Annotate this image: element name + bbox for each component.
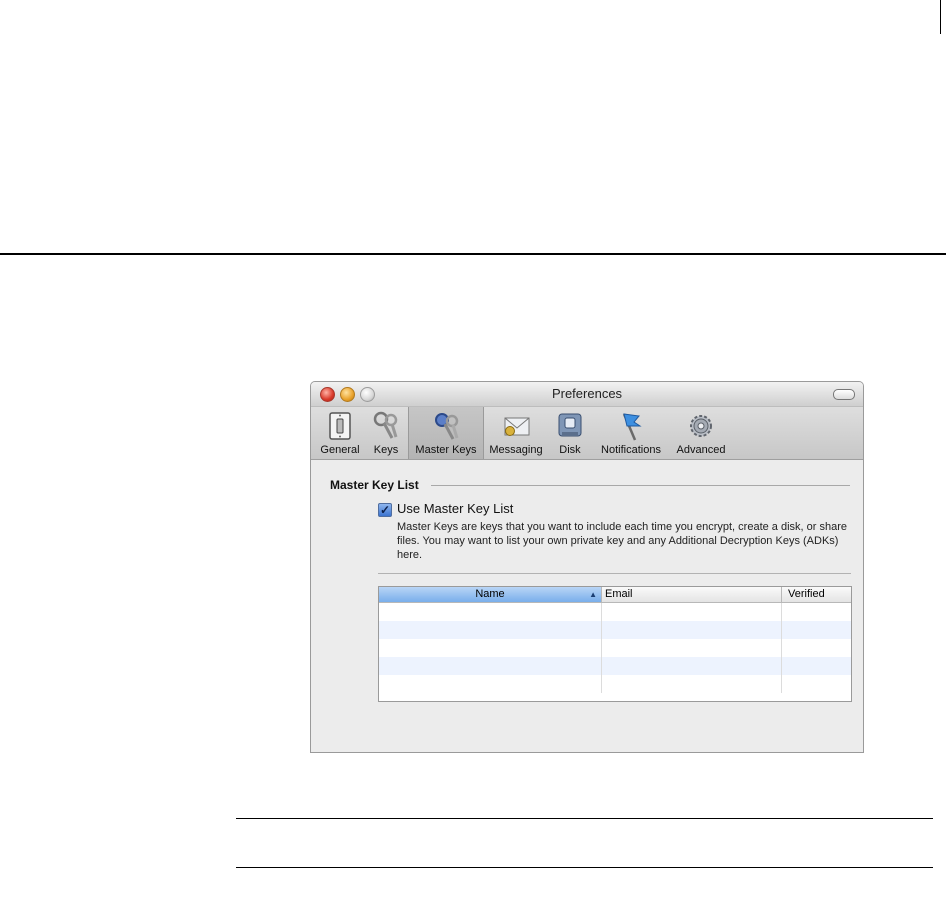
use-master-key-list-checkbox[interactable]: ✓ bbox=[378, 503, 392, 517]
column-name-label: Name bbox=[475, 588, 505, 600]
keys-icon bbox=[373, 411, 398, 439]
tab-notifications[interactable]: Notifications bbox=[593, 407, 669, 459]
table-row[interactable] bbox=[379, 675, 851, 693]
table-row[interactable] bbox=[379, 657, 851, 675]
tab-keys-label: Keys bbox=[373, 444, 399, 456]
tab-disk-label: Disk bbox=[559, 444, 581, 456]
callout-bottom-rule bbox=[236, 867, 933, 868]
envelope-icon bbox=[504, 417, 530, 436]
table-row[interactable] bbox=[379, 621, 851, 639]
description-text: Master Keys are keys that you want to in… bbox=[397, 521, 847, 561]
section-divider bbox=[431, 485, 850, 486]
section-title: Master Key List bbox=[330, 478, 419, 492]
tab-disk[interactable]: Disk bbox=[550, 407, 590, 459]
tab-advanced-label: Advanced bbox=[676, 444, 726, 456]
flag-icon bbox=[622, 413, 642, 441]
tab-general-label: General bbox=[320, 444, 360, 456]
tab-messaging[interactable]: Messaging bbox=[485, 407, 547, 459]
master-keys-table[interactable]: Name ▲ Email Verified bbox=[378, 586, 852, 702]
page-margin-rule bbox=[940, 0, 941, 34]
master-keys-icon bbox=[435, 413, 459, 440]
preferences-toolbar: General Keys Master Keys Messaging Disk … bbox=[311, 407, 863, 460]
tab-keys[interactable]: Keys bbox=[367, 407, 405, 459]
title-bar: Preferences bbox=[311, 382, 863, 407]
column-header-email[interactable]: Email bbox=[602, 587, 782, 602]
window-title: Preferences bbox=[551, 386, 623, 401]
callout-top-rule bbox=[236, 818, 933, 819]
table-header: Name ▲ Email Verified bbox=[379, 587, 851, 603]
tab-messaging-label: Messaging bbox=[489, 444, 543, 456]
table-row[interactable] bbox=[379, 639, 851, 657]
gear-icon bbox=[690, 415, 712, 437]
column-header-name[interactable]: Name ▲ bbox=[379, 587, 602, 602]
preferences-window: Preferences General Keys Master Keys Mes… bbox=[310, 381, 864, 753]
tab-master-keys[interactable]: Master Keys bbox=[408, 407, 484, 459]
column-header-verified[interactable]: Verified bbox=[782, 587, 851, 602]
tab-advanced[interactable]: Advanced bbox=[672, 407, 730, 459]
table-row[interactable] bbox=[379, 603, 851, 621]
light-switch-icon bbox=[329, 412, 351, 440]
master-keys-pane: Master Key List ✓ Use Master Key List Ma… bbox=[311, 460, 863, 752]
separator bbox=[378, 573, 851, 574]
sort-ascending-icon: ▲ bbox=[589, 590, 597, 599]
toolbar-toggle-button[interactable] bbox=[833, 389, 855, 400]
tab-general[interactable]: General bbox=[316, 407, 364, 459]
tab-notifications-label: Notifications bbox=[601, 444, 661, 456]
use-master-key-list-label[interactable]: Use Master Key List bbox=[397, 501, 513, 516]
page-divider bbox=[0, 253, 946, 255]
tab-master-keys-label: Master Keys bbox=[415, 444, 477, 456]
disk-icon bbox=[558, 413, 582, 437]
